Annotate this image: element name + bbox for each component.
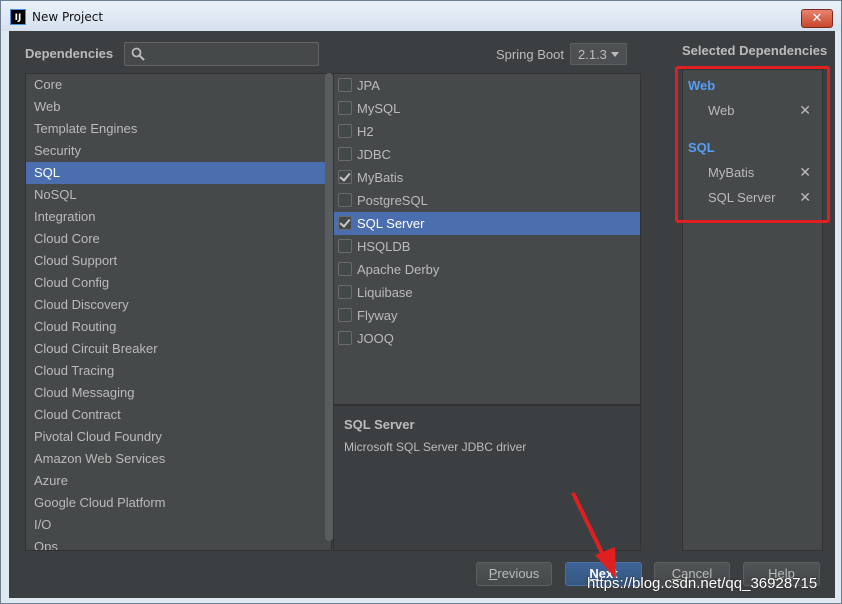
dependency-list[interactable]: JPA MySQL H2 JDBC MyBatis PostgreSQL SQL Serve… bbox=[333, 73, 641, 405]
dependency-checkbox[interactable] bbox=[338, 78, 352, 92]
dependency-label: Flyway bbox=[357, 308, 398, 323]
description-text: Microsoft SQL Server JDBC driver bbox=[344, 440, 527, 454]
category-item[interactable]: Core bbox=[26, 74, 331, 96]
search-icon bbox=[131, 47, 145, 61]
title-bar[interactable]: IJ New Project ✕ bbox=[1, 1, 841, 31]
dependency-label: JDBC bbox=[357, 147, 391, 162]
category-item[interactable]: Integration bbox=[26, 206, 331, 228]
spring-boot-label: Spring Boot bbox=[496, 47, 564, 62]
dependency-label: SQL Server bbox=[357, 216, 425, 231]
dependency-item[interactable]: HSQLDB bbox=[334, 235, 640, 258]
window-title: New Project bbox=[32, 10, 104, 24]
spring-boot-version-select[interactable]: 2.1.3 bbox=[570, 43, 627, 65]
dependency-checkbox[interactable] bbox=[338, 147, 352, 161]
dependency-item[interactable]: SQL Server bbox=[334, 212, 640, 235]
search-box[interactable] bbox=[124, 42, 319, 66]
category-item[interactable]: Cloud Config bbox=[26, 272, 331, 294]
chevron-down-icon bbox=[611, 52, 619, 57]
dependency-item[interactable]: JOOQ bbox=[334, 327, 640, 350]
dependency-checkbox[interactable] bbox=[338, 193, 352, 207]
category-item[interactable]: Cloud Routing bbox=[26, 316, 331, 338]
dependency-checkbox[interactable] bbox=[338, 170, 352, 184]
dependency-item[interactable]: Apache Derby bbox=[334, 258, 640, 281]
dialog-body: Dependencies Spring Boot 2.1.3 Selected … bbox=[9, 31, 835, 598]
dependency-checkbox[interactable] bbox=[338, 216, 352, 230]
dependency-label: PostgreSQL bbox=[357, 193, 428, 208]
category-item[interactable]: I/O bbox=[26, 514, 331, 536]
category-item[interactable]: Template Engines bbox=[26, 118, 331, 140]
category-list-scrollbar[interactable] bbox=[325, 73, 333, 541]
spring-boot-version-value: 2.1.3 bbox=[578, 47, 607, 62]
dependency-checkbox[interactable] bbox=[338, 262, 352, 276]
dependency-item[interactable]: JPA bbox=[334, 74, 640, 97]
dependency-label: MyBatis bbox=[357, 170, 404, 185]
category-item[interactable]: Cloud Contract bbox=[26, 404, 331, 426]
dependency-item[interactable]: Liquibase bbox=[334, 281, 640, 304]
annotation-arrow-icon bbox=[571, 492, 616, 579]
annotation-highlight-box bbox=[675, 66, 830, 223]
category-item[interactable]: Security bbox=[26, 140, 331, 162]
description-title: SQL Server bbox=[344, 417, 415, 432]
category-item[interactable]: NoSQL bbox=[26, 184, 331, 206]
dependency-label: MySQL bbox=[357, 101, 401, 116]
category-item[interactable]: Cloud Messaging bbox=[26, 382, 331, 404]
dependency-label: HSQLDB bbox=[357, 239, 411, 254]
category-item[interactable]: Cloud Discovery bbox=[26, 294, 331, 316]
category-item[interactable]: Ops bbox=[26, 536, 331, 550]
category-item[interactable]: Pivotal Cloud Foundry bbox=[26, 426, 331, 448]
category-item[interactable]: Cloud Tracing bbox=[26, 360, 331, 382]
selected-dependencies-title: Selected Dependencies bbox=[682, 43, 828, 58]
close-window-button[interactable]: ✕ bbox=[801, 9, 833, 28]
dependency-item[interactable]: MyBatis bbox=[334, 166, 640, 189]
dependency-checkbox[interactable] bbox=[338, 101, 352, 115]
dependencies-label: Dependencies bbox=[25, 46, 114, 61]
category-item[interactable]: Cloud Core bbox=[26, 228, 331, 250]
category-item[interactable]: Cloud Circuit Breaker bbox=[26, 338, 331, 360]
dependency-checkbox[interactable] bbox=[338, 308, 352, 322]
dependency-checkbox[interactable] bbox=[338, 239, 352, 253]
dependency-checkbox[interactable] bbox=[338, 331, 352, 345]
dependency-label: H2 bbox=[357, 124, 374, 139]
dependency-label: JPA bbox=[357, 78, 380, 93]
watermark-text: https://blog.csdn.net/qq_36928715 bbox=[587, 575, 818, 592]
category-item[interactable]: Azure bbox=[26, 470, 331, 492]
dependency-item[interactable]: JDBC bbox=[334, 143, 640, 166]
dependency-item[interactable]: Flyway bbox=[334, 304, 640, 327]
dependency-label: Apache Derby bbox=[357, 262, 440, 277]
dependency-search-input[interactable] bbox=[151, 45, 311, 63]
previous-button[interactable]: Previous bbox=[476, 562, 552, 586]
category-item[interactable]: Web bbox=[26, 96, 331, 118]
dependency-item[interactable]: H2 bbox=[334, 120, 640, 143]
new-project-window: IJ New Project ✕ Dependencies Spring Boo… bbox=[0, 0, 842, 604]
category-item[interactable]: Cloud Support bbox=[26, 250, 331, 272]
previous-label: revious bbox=[497, 566, 540, 581]
category-item[interactable]: Amazon Web Services bbox=[26, 448, 331, 470]
dependency-item[interactable]: PostgreSQL bbox=[334, 189, 640, 212]
dependency-label: Liquibase bbox=[357, 285, 413, 300]
dependency-checkbox[interactable] bbox=[338, 124, 352, 138]
category-list[interactable]: Core Web Template Engines Security SQL NoSQL I… bbox=[25, 73, 332, 551]
dependency-label: JOOQ bbox=[357, 331, 394, 346]
category-item[interactable]: SQL bbox=[26, 162, 331, 184]
intellij-app-icon: IJ bbox=[10, 9, 26, 25]
dependency-item[interactable]: MySQL bbox=[334, 97, 640, 120]
dependency-checkbox[interactable] bbox=[338, 285, 352, 299]
category-item[interactable]: Google Cloud Platform bbox=[26, 492, 331, 514]
